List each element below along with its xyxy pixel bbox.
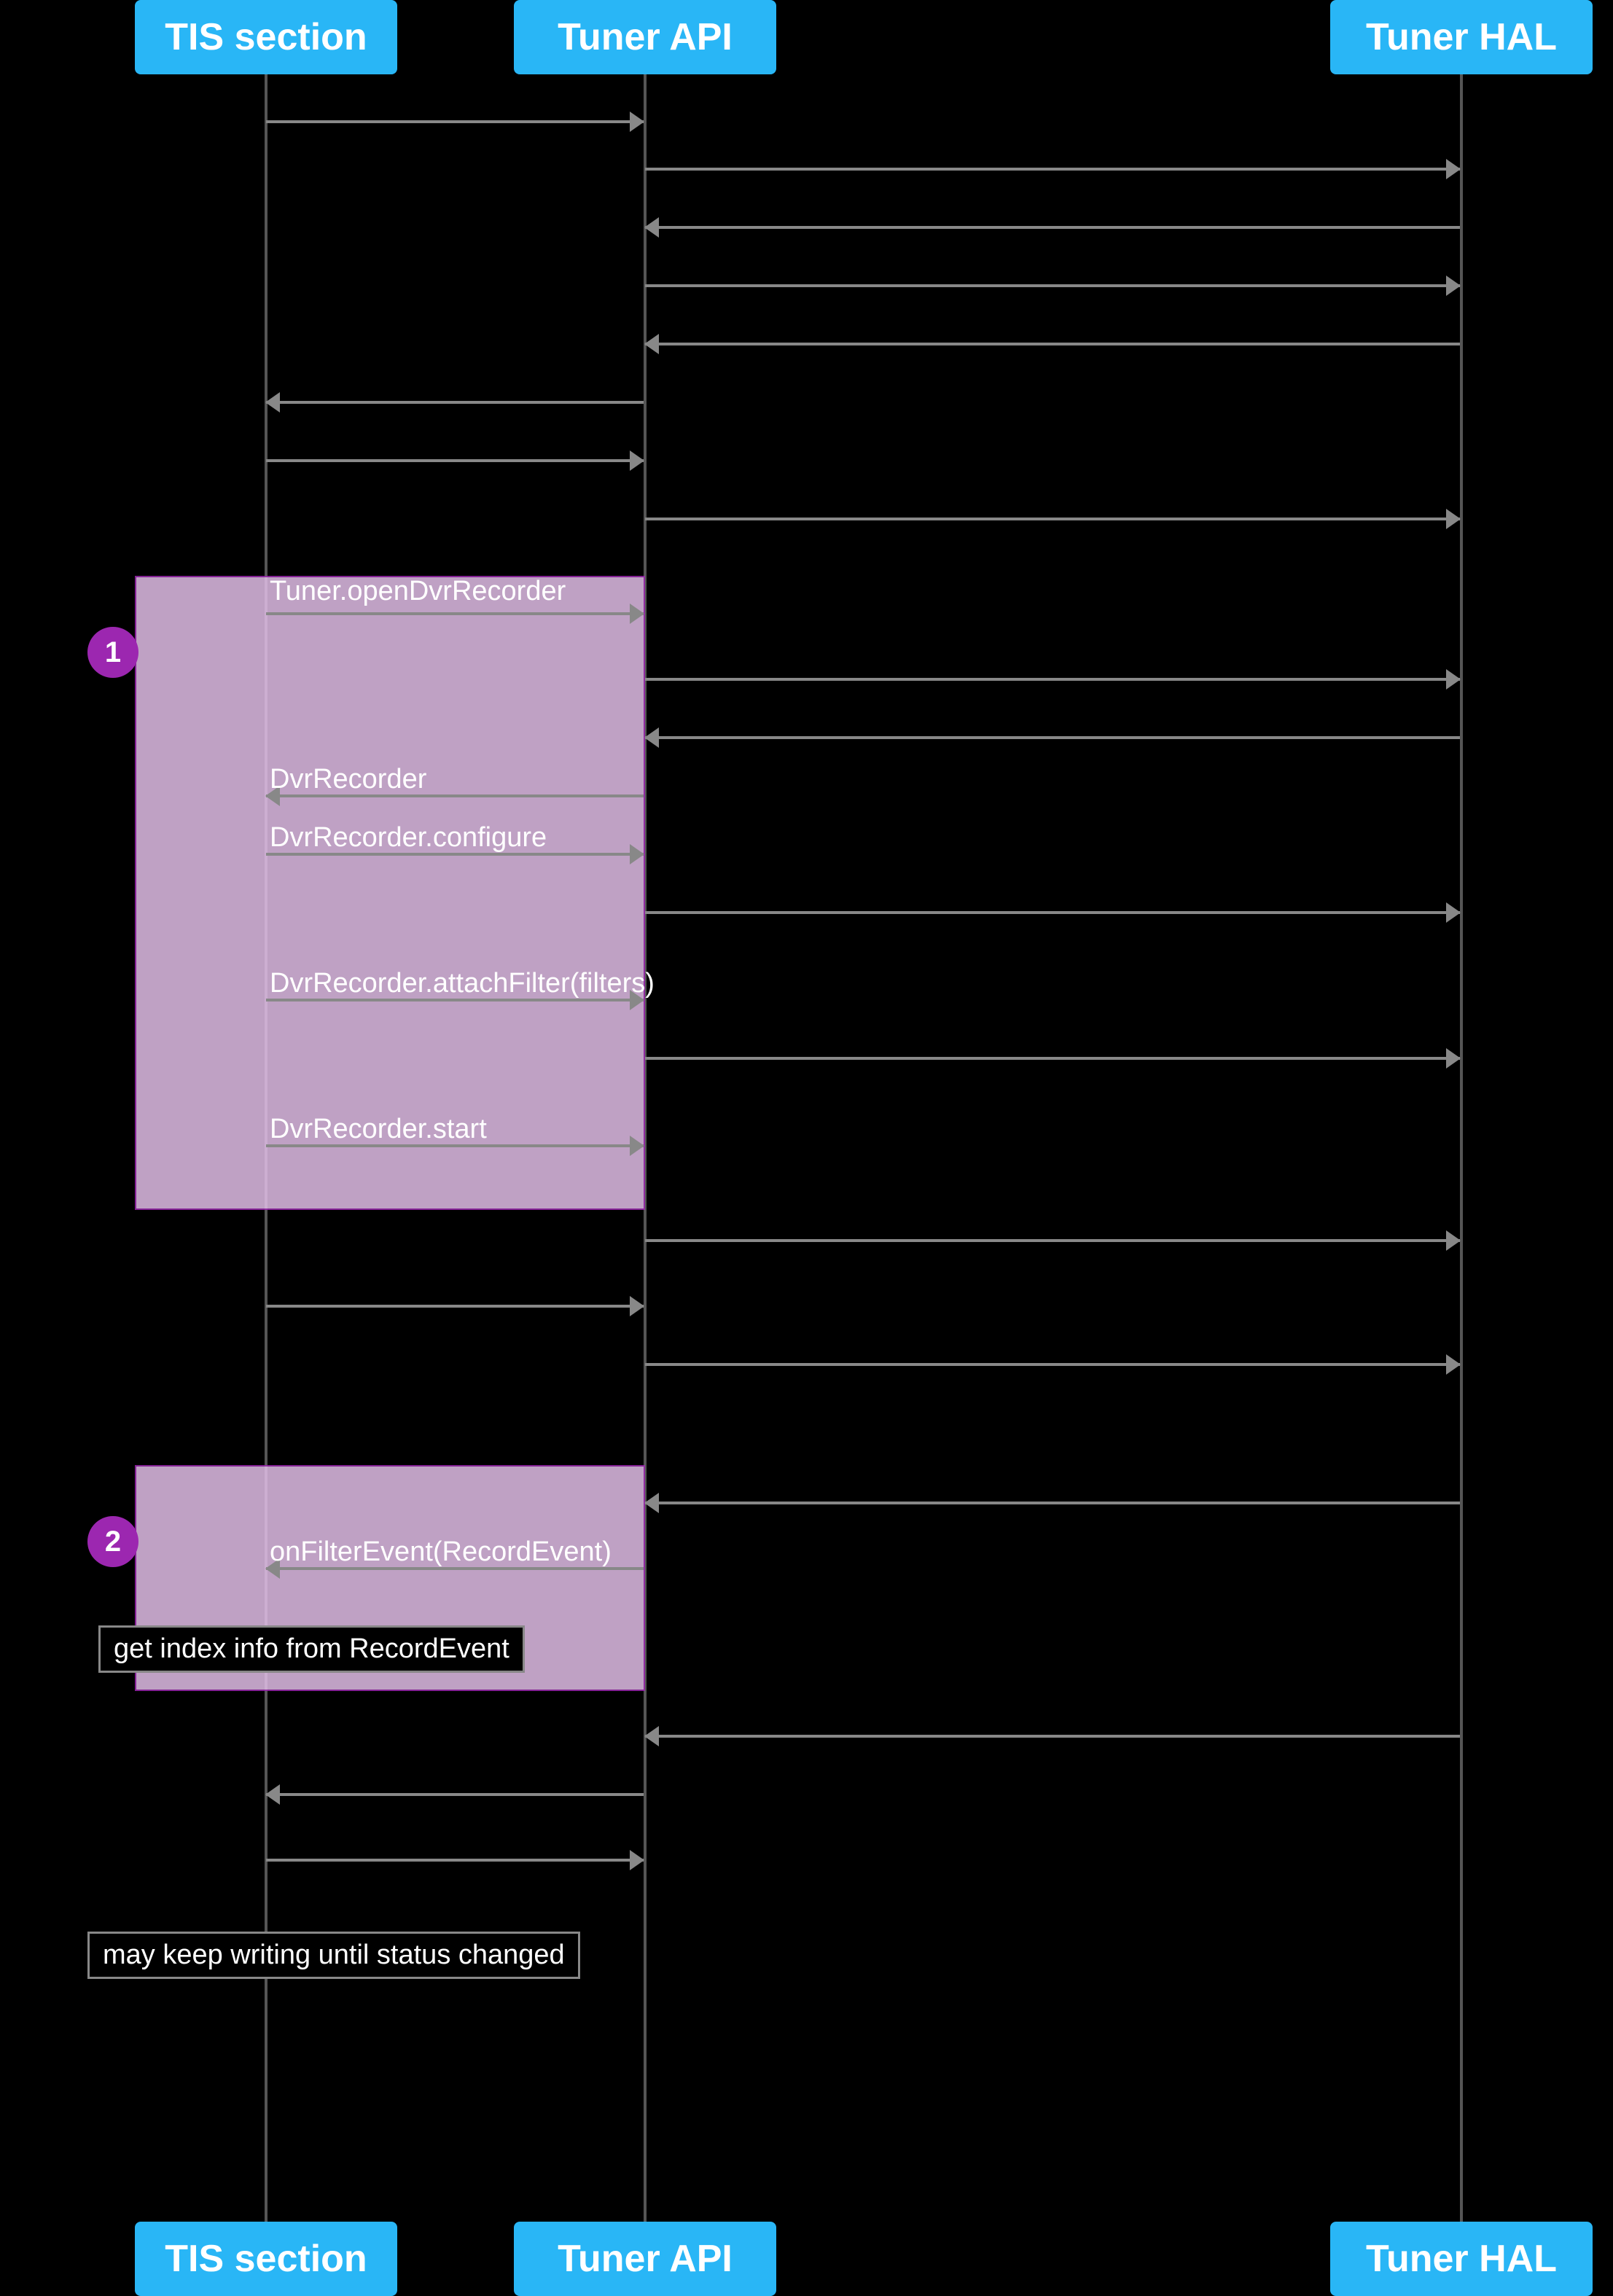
lifeline-header-tuner-api-top: Tuner API [514,0,776,74]
lifeline-header-tis-top: TIS section [135,0,397,74]
arrow-19 [266,1305,644,1308]
label-dvr-start: DvrRecorder.start [270,1114,487,1145]
arrow-1 [266,120,644,123]
arrow-open-dvr-recorder [266,612,644,615]
label-filter-event: onFilterEvent(RecordEvent) [270,1536,612,1568]
arrow-4 [645,284,1460,287]
step-badge-1: 1 [87,627,138,678]
arrow-18 [645,1239,1460,1242]
label-attach-filter: DvrRecorder.attachFilter(filters) [270,968,655,999]
arrow-3 [645,226,1460,229]
arrow-10 [645,678,1460,681]
lifeline-header-tuner-hal-top: Tuner HAL [1330,0,1593,74]
text-box-index-info: get index info from RecordEvent [98,1625,525,1673]
arrow-8 [645,518,1460,520]
arrow-25 [266,1859,644,1862]
text-box-keep-writing: may keep writing until status changed [87,1932,580,1979]
arrow-16 [645,1057,1460,1060]
label-dvr-recorder: DvrRecorder [270,764,426,795]
arrow-5 [645,343,1460,345]
arrow-21 [645,1502,1460,1504]
lifeline-header-tis-bottom: TIS section [135,2222,397,2296]
arrow-11 [645,736,1460,739]
lifeline-header-tuner-hal-bottom: Tuner HAL [1330,2222,1593,2296]
arrow-23 [645,1735,1460,1738]
arrow-6 [266,401,644,404]
lifeline-header-tuner-api-bottom: Tuner API [514,2222,776,2296]
arrow-24 [266,1793,644,1796]
arrow-20 [645,1363,1460,1366]
arrow-2 [645,168,1460,171]
arrow-7 [266,459,644,462]
label-open-dvr-recorder: Tuner.openDvrRecorder [270,576,566,607]
label-dvr-configure: DvrRecorder.configure [270,822,547,854]
step-badge-2: 2 [87,1516,138,1567]
lifeline-line-tuner-hal [1460,74,1463,2222]
arrow-14 [645,911,1460,914]
